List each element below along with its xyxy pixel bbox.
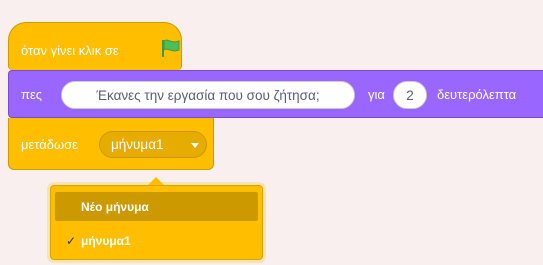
menu-item-message1[interactable]: ✓ μήνυμα1 xyxy=(55,226,258,255)
for-label: για xyxy=(368,87,385,102)
broadcast-block[interactable]: μετάδωσε μήνυμα1 xyxy=(8,118,214,170)
checkmark-icon: ✓ xyxy=(66,234,77,248)
seconds-unit-label: δευτερόλεπτα xyxy=(437,87,517,102)
menu-item-label: μήνυμα1 xyxy=(81,234,131,248)
say-for-seconds-block[interactable]: πες Έκανες την εργασία που σου ζήτησα; γ… xyxy=(8,70,543,118)
menu-item-new-message[interactable]: Νέο μήνυμα xyxy=(55,192,258,221)
when-flag-clicked-block[interactable]: όταν γίνει κλικ σε xyxy=(8,22,182,70)
broadcast-selected-value: μήνυμα1 xyxy=(111,137,164,152)
seconds-input[interactable]: 2 xyxy=(393,81,427,109)
caret-down-icon xyxy=(191,143,199,148)
broadcast-message-dropdown[interactable]: μήνυμα1 xyxy=(99,131,207,158)
menu-item-label: Νέο μήνυμα xyxy=(81,200,149,214)
when-flag-clicked-label: όταν γίνει κλικ σε xyxy=(21,43,119,58)
green-flag-icon xyxy=(162,39,180,57)
menu-pointer xyxy=(148,177,164,185)
broadcast-dropdown-menu: Νέο μήνυμα ✓ μήνυμα1 xyxy=(50,185,263,260)
say-message-input[interactable]: Έκανες την εργασία που σου ζήτησα; xyxy=(61,81,355,109)
say-label: πες xyxy=(21,87,43,102)
broadcast-label: μετάδωσε xyxy=(21,137,78,152)
